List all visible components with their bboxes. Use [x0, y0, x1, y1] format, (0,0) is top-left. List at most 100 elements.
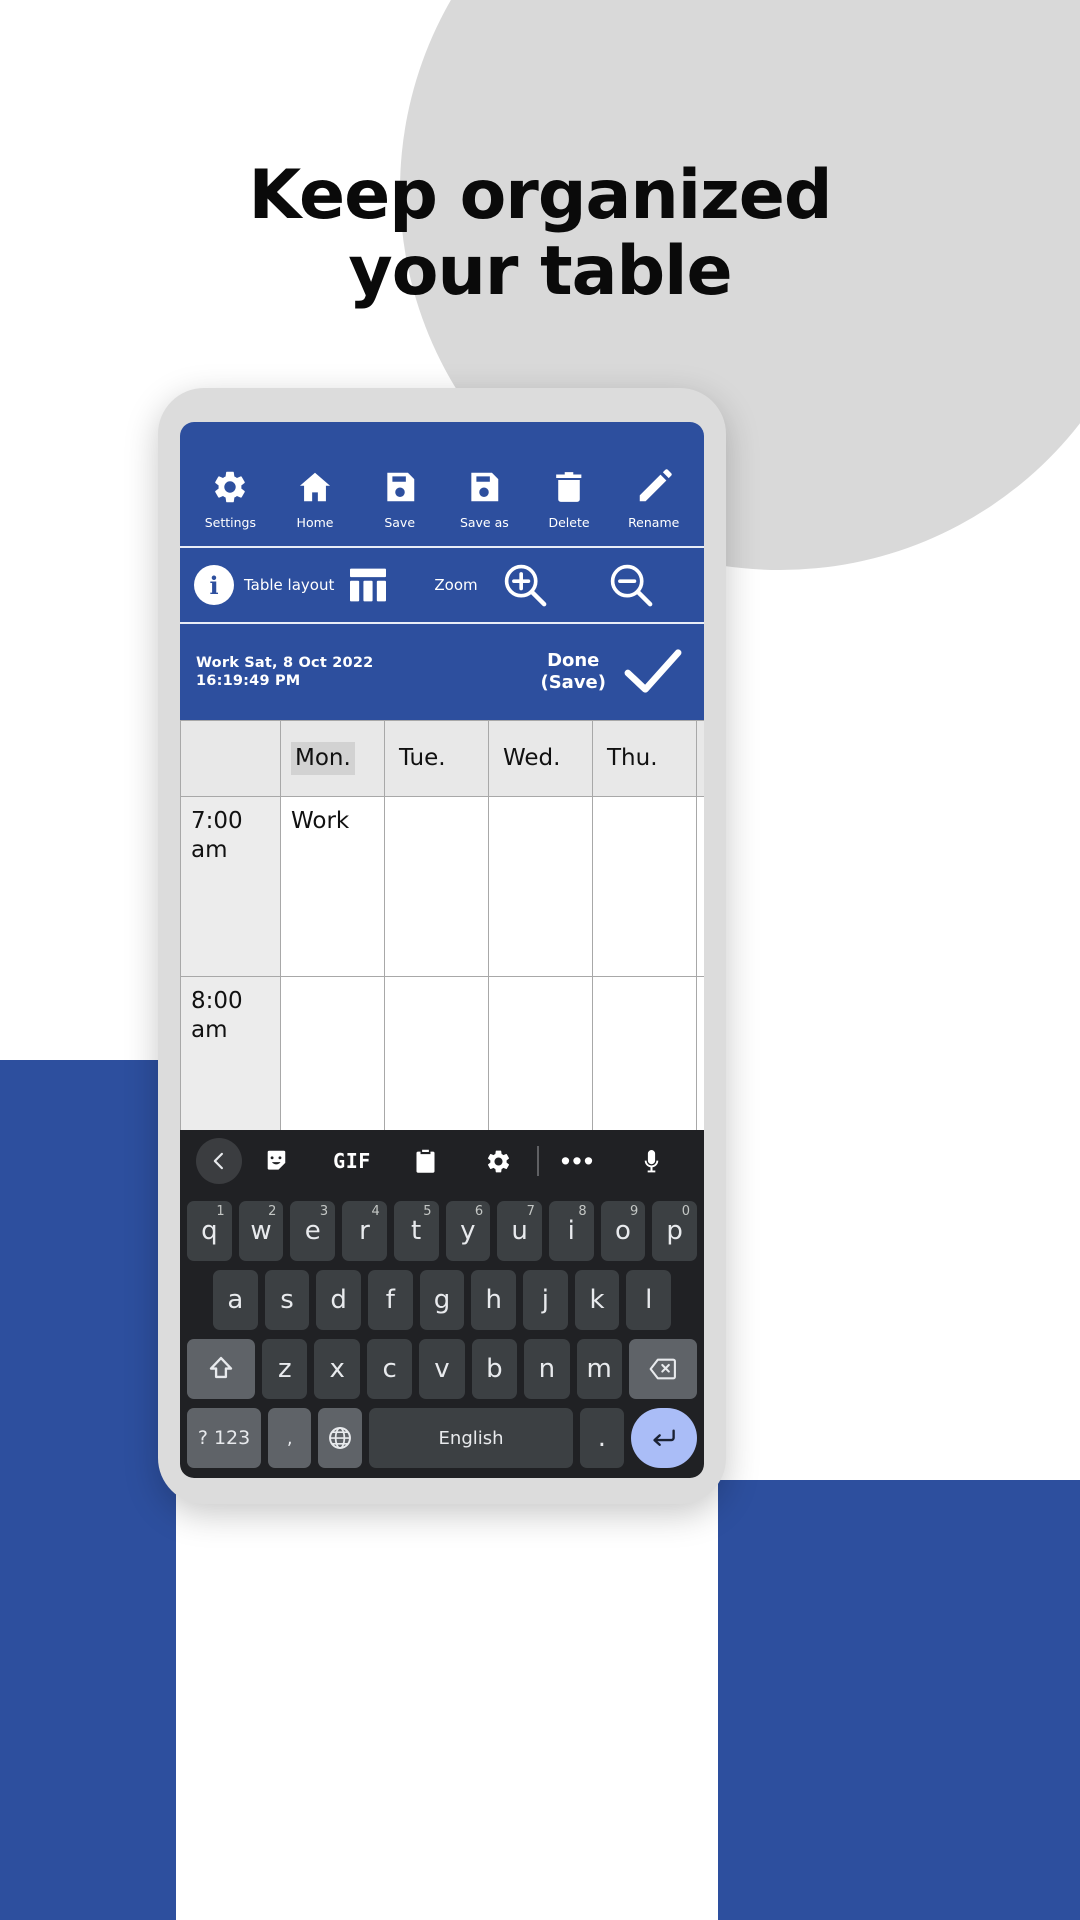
table-row: 7:00 am Work — [180, 796, 704, 977]
key-i[interactable]: 8i — [548, 1201, 594, 1261]
cell-mon-700[interactable]: Work — [280, 796, 385, 977]
home-label: Home — [296, 515, 334, 530]
key-c[interactable]: c — [366, 1339, 413, 1399]
cell-tue-700[interactable] — [384, 796, 489, 977]
keyboard-row-4: ? 123 , English . — [180, 1408, 704, 1468]
gif-button[interactable]: GIF — [315, 1149, 388, 1173]
toolbar-divider — [537, 1146, 540, 1176]
sticker-icon[interactable] — [242, 1148, 315, 1175]
trash-icon — [550, 468, 588, 506]
row-time-800: 8:00 am — [180, 976, 281, 1130]
background-blue-left-block — [0, 1060, 176, 1920]
header-thu[interactable]: Thu. — [592, 720, 697, 797]
key-m[interactable]: m — [576, 1339, 622, 1399]
back-chevron-icon[interactable] — [196, 1138, 242, 1184]
key-v[interactable]: v — [419, 1339, 465, 1399]
key-d[interactable]: d — [316, 1270, 361, 1330]
key-a[interactable]: a — [212, 1270, 258, 1330]
cell-wed-700[interactable] — [488, 796, 593, 977]
cell-tue-800[interactable] — [384, 976, 489, 1130]
document-meta: Work Sat, 8 Oct 2022 16:19:49 PM — [196, 655, 540, 689]
key-u[interactable]: 7u — [497, 1201, 542, 1261]
document-timestamp: 16:19:49 PM — [196, 673, 301, 689]
delete-label: Delete — [548, 515, 590, 530]
key-n[interactable]: n — [524, 1339, 570, 1399]
key-z[interactable]: z — [262, 1339, 308, 1399]
key-j[interactable]: j — [523, 1270, 568, 1330]
phone-mockup: Settings Home Save Save as Delete Rename… — [158, 388, 726, 1504]
key-l[interactable]: l — [626, 1270, 672, 1330]
microphone-icon[interactable] — [615, 1148, 688, 1175]
save-button[interactable]: Save — [357, 468, 442, 530]
cell-mon-800[interactable] — [280, 976, 385, 1130]
symbols-key[interactable]: ? 123 — [187, 1408, 262, 1468]
shift-icon[interactable] — [186, 1339, 256, 1399]
key-q[interactable]: 1q — [186, 1201, 232, 1261]
gear-icon — [211, 468, 249, 506]
key-y[interactable]: 6y — [445, 1201, 491, 1261]
zoom-label: Zoom — [434, 576, 478, 594]
done-label: Done — [547, 650, 600, 672]
schedule-table-container[interactable]: Mon. Tue. Wed. Thu. Fri. 7:00 am Work — [180, 720, 704, 1130]
cell-wed-800[interactable] — [488, 976, 593, 1130]
key-r[interactable]: 4r — [342, 1201, 387, 1261]
pencil-icon — [635, 468, 673, 506]
floppy-save-icon — [381, 468, 419, 506]
table-columns-icon[interactable] — [348, 567, 388, 603]
magnifier-minus-icon[interactable] — [608, 562, 654, 608]
delete-button[interactable]: Delete — [527, 468, 612, 530]
key-h[interactable]: h — [471, 1270, 517, 1330]
key-p[interactable]: 0p — [652, 1201, 698, 1261]
table-row: 8:00 am — [180, 976, 704, 1130]
key-k[interactable]: k — [574, 1270, 620, 1330]
home-button[interactable]: Home — [273, 468, 358, 530]
cell-thu-800[interactable] — [592, 976, 697, 1130]
key-t[interactable]: 5t — [393, 1201, 439, 1261]
keyboard-row-3: z x c v b n m — [180, 1339, 704, 1399]
key-f[interactable]: f — [368, 1270, 413, 1330]
header-tue[interactable]: Tue. — [384, 720, 489, 797]
settings-button[interactable]: Settings — [188, 468, 273, 530]
key-o[interactable]: 9o — [600, 1201, 646, 1261]
cell-fri-800[interactable] — [696, 976, 704, 1130]
cell-thu-700[interactable] — [592, 796, 697, 977]
app-title-bar: Work Sat, 8 Oct 2022 16:19:49 PM Done (S… — [180, 624, 704, 720]
header-wed[interactable]: Wed. — [488, 720, 593, 797]
schedule-table: Mon. Tue. Wed. Thu. Fri. 7:00 am Work — [180, 720, 704, 1130]
keyboard-settings-gear-icon[interactable] — [462, 1148, 535, 1175]
magnifier-plus-icon[interactable] — [502, 562, 548, 608]
key-g[interactable]: g — [419, 1270, 465, 1330]
more-dots-icon[interactable]: ••• — [541, 1148, 614, 1175]
header-fri[interactable]: Fri. — [696, 720, 704, 797]
on-screen-keyboard: GIF ••• 1q 2w 3e 4r 5t 6y 7u 8i 9 o 0 p … — [180, 1130, 704, 1478]
space-key[interactable]: English — [368, 1408, 574, 1468]
row-time-700: 7:00 am — [180, 796, 281, 977]
page-title: Keep organized your table — [0, 156, 1080, 312]
emoji-comma-key[interactable]: , — [268, 1408, 312, 1468]
corner-header — [180, 720, 281, 797]
headline-line-1: Keep organized — [248, 156, 833, 235]
table-header-row: Mon. Tue. Wed. Thu. Fri. — [180, 720, 704, 797]
backspace-icon[interactable] — [628, 1339, 698, 1399]
table-layout-label: Table layout — [244, 576, 335, 594]
key-w[interactable]: 2w — [238, 1201, 284, 1261]
rename-button[interactable]: Rename — [611, 468, 696, 530]
key-b[interactable]: b — [471, 1339, 518, 1399]
headline-line-2: your table — [348, 232, 732, 312]
globe-icon[interactable] — [318, 1408, 362, 1468]
header-mon[interactable]: Mon. — [280, 720, 385, 797]
key-e[interactable]: 3e — [290, 1201, 336, 1261]
app-top-toolbar: Settings Home Save Save as Delete Rename — [180, 422, 704, 546]
cell-fri-700[interactable] — [696, 796, 704, 977]
done-save-button[interactable]: Done (Save) — [540, 650, 606, 694]
info-icon[interactable]: i — [194, 565, 234, 605]
save-label: Save — [384, 515, 416, 530]
keyboard-row-1: 1q 2w 3e 4r 5t 6y 7u 8i 9o 0p — [180, 1201, 704, 1261]
key-s[interactable]: s — [264, 1270, 310, 1330]
period-key[interactable]: . — [580, 1408, 624, 1468]
key-x[interactable]: x — [314, 1339, 360, 1399]
clipboard-icon[interactable] — [389, 1148, 462, 1175]
checkmark-icon[interactable] — [624, 646, 682, 698]
save-as-button[interactable]: Save as — [442, 468, 527, 530]
enter-icon[interactable] — [630, 1408, 697, 1468]
